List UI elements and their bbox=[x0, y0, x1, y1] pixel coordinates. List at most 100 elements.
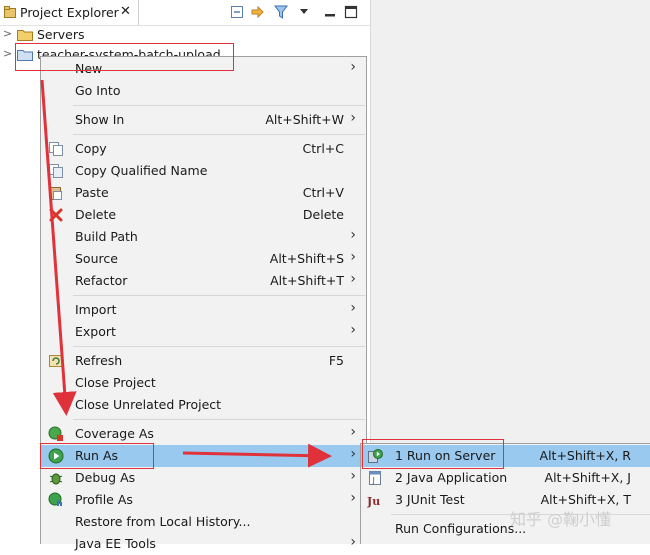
submenu-item-label: Run Configurations... bbox=[395, 521, 527, 536]
submenu-arrow-icon: › bbox=[350, 249, 356, 265]
submenu-arrow-icon: › bbox=[350, 468, 356, 484]
menu-item-label: Import bbox=[75, 302, 117, 317]
submenu-arrow-icon: › bbox=[350, 227, 356, 243]
submenu-arrow-icon: › bbox=[350, 322, 356, 338]
project-explorer-icon bbox=[4, 6, 16, 18]
menu-item-label: Restore from Local History... bbox=[75, 514, 251, 529]
filter-icon[interactable] bbox=[273, 4, 289, 20]
submenu-arrow-icon: › bbox=[350, 59, 356, 75]
submenu-item-java-application[interactable]: J 2 Java Application Alt+Shift+X, J bbox=[361, 467, 650, 489]
menu-item-label: Java EE Tools bbox=[75, 536, 156, 551]
profile-icon bbox=[48, 492, 62, 506]
link-with-editor-icon[interactable] bbox=[250, 4, 266, 20]
menu-item-refresh[interactable]: Refresh F5 bbox=[41, 350, 366, 372]
view-menu-icon[interactable] bbox=[296, 4, 312, 20]
menu-separator bbox=[73, 134, 365, 135]
paste-icon bbox=[50, 187, 62, 200]
watermark: 知乎 @鞠小懂 bbox=[510, 510, 612, 529]
submenu-item-shortcut: Alt+Shift+X, T bbox=[540, 492, 631, 507]
menu-item-show-in[interactable]: Show In Alt+Shift+W › bbox=[41, 109, 366, 131]
menu-item-paste[interactable]: Paste Ctrl+V bbox=[41, 182, 366, 204]
menu-item-label: Build Path bbox=[75, 229, 138, 244]
menu-item-shortcut: Ctrl+C bbox=[302, 141, 344, 156]
menu-item-restore-from-local-history[interactable]: Restore from Local History... bbox=[41, 511, 366, 533]
project-highlight-box bbox=[15, 43, 234, 71]
menu-item-close-unrelated-project[interactable]: Close Unrelated Project bbox=[41, 394, 366, 416]
explorer-tabbar: Project Explorer ✕ bbox=[0, 0, 370, 26]
menu-item-label: Show In bbox=[75, 112, 125, 127]
submenu-arrow-icon: › bbox=[350, 534, 356, 550]
menu-item-label: Go Into bbox=[75, 83, 121, 98]
menu-item-shortcut: Alt+Shift+T bbox=[270, 273, 344, 288]
delete-icon bbox=[49, 208, 63, 222]
menu-item-shortcut: Alt+Shift+S bbox=[269, 251, 344, 266]
menu-item-label: Copy bbox=[75, 141, 107, 156]
menu-item-build-path[interactable]: Build Path › bbox=[41, 226, 366, 248]
tree-item-label: Servers bbox=[37, 27, 85, 42]
menu-separator bbox=[73, 105, 365, 106]
run-as-highlight-box bbox=[40, 443, 154, 469]
menu-item-close-project[interactable]: Close Project bbox=[41, 372, 366, 394]
maximize-icon[interactable] bbox=[343, 4, 359, 20]
menu-item-debug-as[interactable]: Debug As › bbox=[41, 467, 366, 489]
copy-qualified-icon bbox=[49, 164, 63, 178]
menu-item-label: Close Project bbox=[75, 375, 156, 390]
menu-item-label: Coverage As bbox=[75, 426, 154, 441]
menu-item-shortcut: Alt+Shift+W bbox=[265, 112, 344, 127]
menu-item-coverage-as[interactable]: Coverage As › bbox=[41, 423, 366, 445]
menu-item-shortcut: Delete bbox=[302, 207, 344, 222]
svg-text:J: J bbox=[372, 476, 375, 485]
menu-item-label: Close Unrelated Project bbox=[75, 397, 222, 412]
context-menu: New › Go Into Show In Alt+Shift+W › Copy… bbox=[40, 56, 367, 551]
run-on-server-highlight-box bbox=[362, 439, 504, 469]
coverage-icon bbox=[48, 426, 63, 441]
submenu-arrow-icon: › bbox=[350, 424, 356, 440]
svg-text:Ju: Ju bbox=[367, 495, 380, 508]
menu-item-shortcut: Ctrl+V bbox=[302, 185, 344, 200]
tree-item-servers[interactable]: > Servers bbox=[0, 25, 370, 45]
menu-separator bbox=[73, 419, 365, 420]
submenu-arrow-icon: › bbox=[350, 110, 356, 126]
menu-item-refactor[interactable]: Refactor Alt+Shift+T › bbox=[41, 270, 366, 292]
submenu-item-shortcut: Alt+Shift+X, J bbox=[544, 470, 631, 485]
menu-item-copy-qualified-name[interactable]: Copy Qualified Name bbox=[41, 160, 366, 182]
folder-icon bbox=[17, 30, 33, 41]
menu-item-go-into[interactable]: Go Into bbox=[41, 80, 366, 102]
tab-project-explorer[interactable]: Project Explorer ✕ bbox=[0, 0, 139, 25]
minimize-icon[interactable] bbox=[322, 4, 338, 20]
tab-title: Project Explorer bbox=[20, 5, 119, 20]
submenu-arrow-icon: › bbox=[350, 300, 356, 316]
menu-item-shortcut: F5 bbox=[328, 353, 344, 368]
menu-item-label: Source bbox=[75, 251, 118, 266]
menu-item-label: Delete bbox=[75, 207, 117, 222]
debug-icon bbox=[49, 473, 63, 485]
menu-item-label: Refresh bbox=[75, 353, 123, 368]
submenu-arrow-icon: › bbox=[350, 271, 356, 287]
expand-icon[interactable]: > bbox=[3, 27, 12, 40]
menu-item-copy[interactable]: Copy Ctrl+C bbox=[41, 138, 366, 160]
tab-close-icon[interactable]: ✕ bbox=[120, 4, 131, 19]
menu-item-label: Refactor bbox=[75, 273, 128, 288]
expand-icon[interactable]: > bbox=[3, 47, 12, 60]
menu-item-label: Profile As bbox=[75, 492, 133, 507]
menu-item-delete[interactable]: Delete Delete bbox=[41, 204, 366, 226]
menu-item-profile-as[interactable]: Profile As › bbox=[41, 489, 366, 511]
submenu-item-label: 2 Java Application bbox=[395, 470, 508, 485]
menu-item-label: Copy Qualified Name bbox=[75, 163, 208, 178]
menu-item-label: Export bbox=[75, 324, 116, 339]
menu-item-import[interactable]: Import › bbox=[41, 299, 366, 321]
menu-item-label: Debug As bbox=[75, 470, 136, 485]
java-app-icon: J bbox=[369, 471, 381, 485]
collapse-all-icon[interactable] bbox=[229, 4, 245, 20]
submenu-item-label: 3 JUnit Test bbox=[395, 492, 465, 507]
submenu-arrow-icon: › bbox=[350, 490, 356, 506]
menu-item-source[interactable]: Source Alt+Shift+S › bbox=[41, 248, 366, 270]
menu-separator bbox=[73, 346, 365, 347]
menu-item-java-ee-tools[interactable]: Java EE Tools › bbox=[41, 533, 366, 555]
submenu-item-shortcut: Alt+Shift+X, R bbox=[539, 448, 631, 463]
menu-item-export[interactable]: Export › bbox=[41, 321, 366, 343]
junit-icon: Ju bbox=[367, 495, 380, 508]
menu-item-label: Paste bbox=[75, 185, 109, 200]
refresh-icon bbox=[49, 355, 63, 367]
submenu-arrow-icon: › bbox=[350, 446, 356, 462]
